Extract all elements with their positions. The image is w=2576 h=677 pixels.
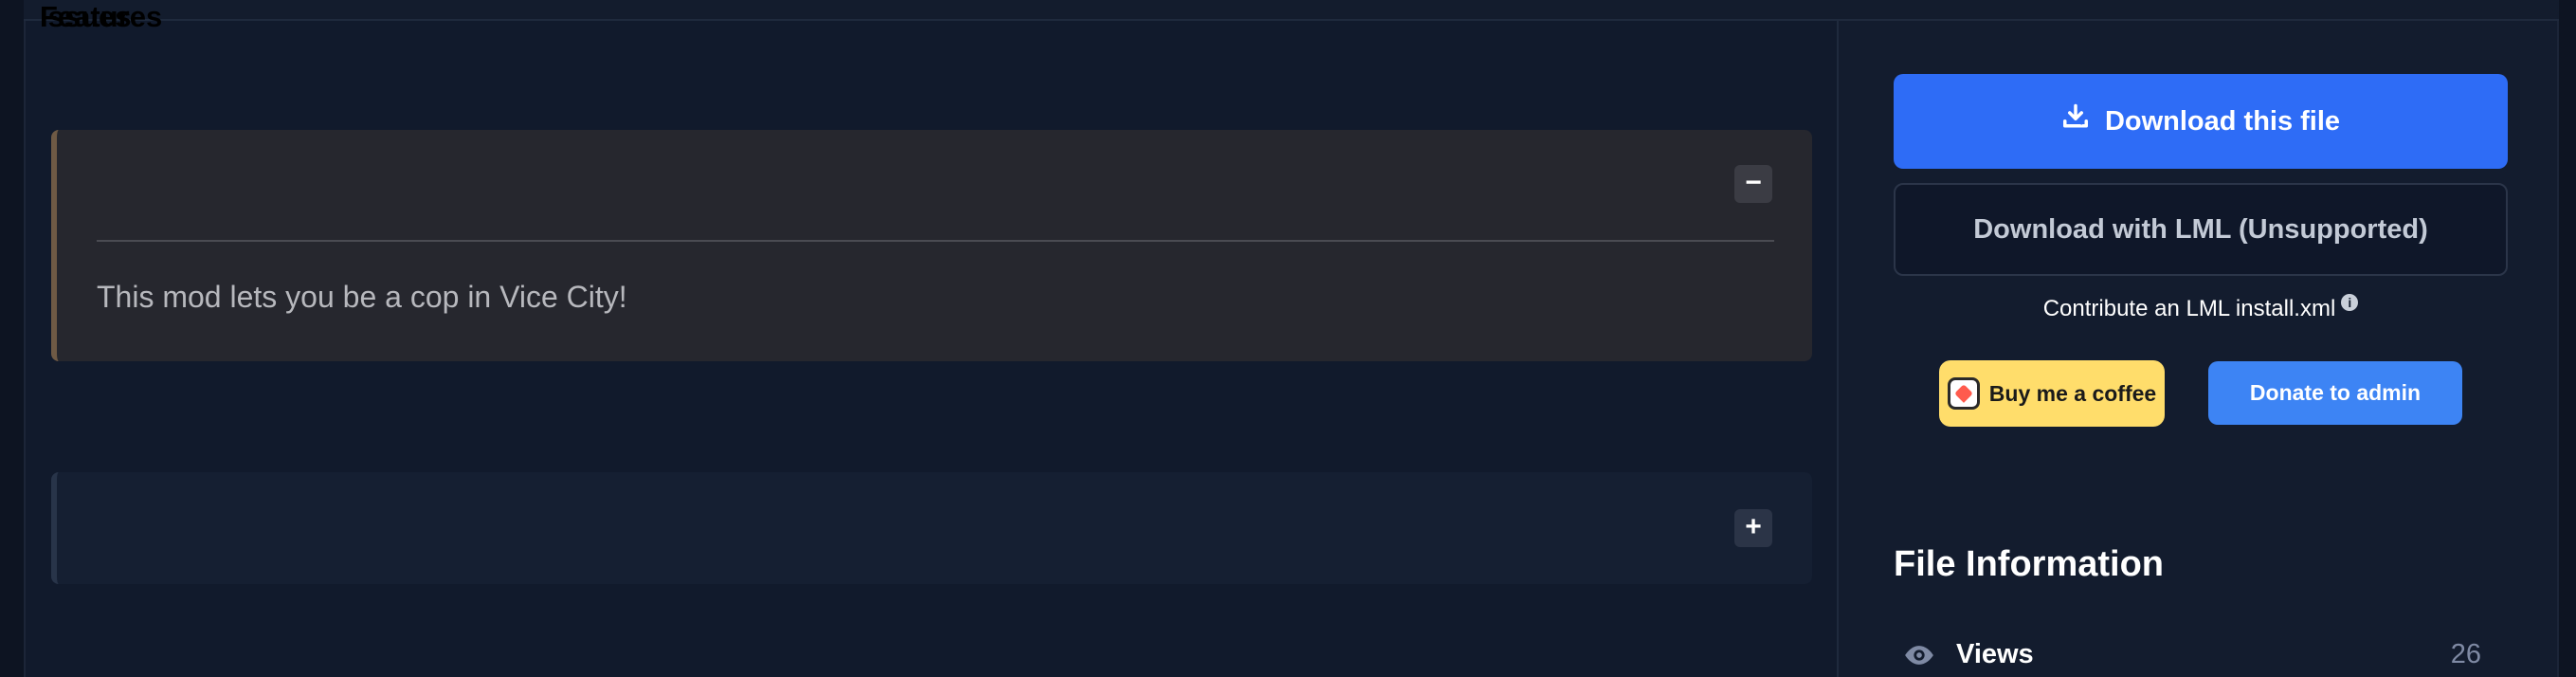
file-information-heading: File Information xyxy=(1894,544,2164,584)
eye-icon xyxy=(1903,639,1935,676)
coffee-button-label: Buy me a coffee xyxy=(1988,380,2157,406)
donate-to-admin-button[interactable]: Donate to admin xyxy=(2208,361,2462,425)
donate-button-label: Donate to admin xyxy=(2249,380,2422,405)
outer-left-margin xyxy=(0,0,24,677)
info-icon[interactable]: i xyxy=(2341,294,2359,311)
features-divider xyxy=(97,240,1774,242)
download-icon xyxy=(2061,103,2090,139)
features-panel xyxy=(51,130,1812,361)
contribute-link[interactable]: Contribute an LML install.xml xyxy=(2043,296,2336,321)
top-band xyxy=(24,0,2559,21)
issues-panel-title[interactable]: Issues xyxy=(40,0,132,34)
page: Features − This mod lets you be a cop in… xyxy=(0,0,2576,677)
views-count: 26 xyxy=(2450,639,2481,669)
views-label: Views xyxy=(1956,639,2034,669)
download-with-lml-button[interactable]: Download with LML (Unsupported) xyxy=(1894,183,2508,276)
collapse-features-button[interactable]: − xyxy=(1734,165,1772,203)
issues-panel xyxy=(51,472,1812,584)
sidebar-divider xyxy=(1837,21,1839,677)
lml-button-label: Download with LML (Unsupported) xyxy=(1973,213,2428,245)
expand-issues-button[interactable]: + xyxy=(1734,509,1772,547)
outer-right-margin xyxy=(2559,0,2576,677)
views-row: Views 26 xyxy=(1894,635,2481,677)
contribute-lml-text: Contribute an LML install.xml i xyxy=(1894,294,2508,322)
features-description: This mod lets you be a cop in Vice City! xyxy=(97,280,627,314)
buy-me-a-coffee-button[interactable]: Buy me a coffee xyxy=(1939,360,2165,427)
download-button-label: Download this file xyxy=(2104,105,2341,137)
download-file-button[interactable]: Download this file xyxy=(1894,74,2508,169)
ko-fi-cup-icon xyxy=(1947,377,1980,410)
